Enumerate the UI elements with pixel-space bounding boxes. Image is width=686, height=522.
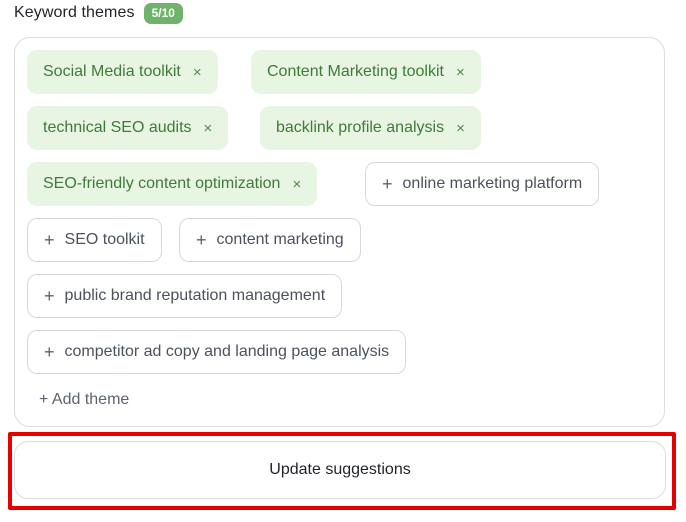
plus-icon: +: [44, 341, 55, 362]
remove-icon[interactable]: ×: [204, 120, 213, 137]
suggested-theme-chip[interactable]: + content marketing: [179, 218, 361, 262]
keyword-themes-header: Keyword themes 5/10: [14, 2, 183, 24]
selected-theme-chip[interactable]: backlink profile analysis ×: [260, 106, 481, 150]
plus-icon: +: [44, 229, 55, 250]
theme-count-badge: 5/10: [143, 2, 183, 24]
theme-label: Social Media toolkit: [43, 63, 181, 80]
themes-panel: Social Media toolkit × Content Marketing…: [14, 37, 665, 427]
selected-theme-chip[interactable]: technical SEO audits ×: [27, 106, 229, 150]
theme-label: backlink profile analysis: [276, 119, 445, 136]
remove-icon[interactable]: ×: [456, 120, 465, 137]
theme-label: public brand reputation management: [64, 287, 326, 304]
suggested-theme-chip[interactable]: + SEO toolkit: [27, 218, 162, 262]
remove-icon[interactable]: ×: [456, 64, 465, 81]
add-theme-button[interactable]: + Add theme: [39, 391, 129, 409]
theme-label: SEO toolkit: [64, 231, 145, 248]
suggested-theme-chip[interactable]: + competitor ad copy and landing page an…: [27, 330, 407, 374]
theme-label: online marketing platform: [402, 175, 583, 192]
theme-label: technical SEO audits: [43, 119, 192, 136]
plus-icon: +: [44, 285, 55, 306]
update-suggestions-button[interactable]: Update suggestions: [14, 441, 666, 499]
theme-label: competitor ad copy and landing page anal…: [64, 343, 390, 360]
section-title: Keyword themes: [14, 4, 135, 21]
remove-icon[interactable]: ×: [292, 176, 301, 193]
plus-icon: +: [196, 229, 207, 250]
suggested-theme-chip[interactable]: + online marketing platform: [365, 162, 600, 206]
theme-label: Content Marketing toolkit: [267, 63, 444, 80]
theme-label: SEO-friendly content optimization: [43, 175, 281, 192]
theme-label: content marketing: [216, 231, 344, 248]
plus-icon: +: [382, 173, 393, 194]
selected-theme-chip[interactable]: SEO-friendly content optimization ×: [27, 162, 318, 206]
selected-theme-chip[interactable]: Content Marketing toolkit ×: [251, 50, 481, 94]
remove-icon[interactable]: ×: [193, 64, 202, 81]
suggested-theme-chip[interactable]: + public brand reputation management: [27, 274, 343, 318]
selected-theme-chip[interactable]: Social Media toolkit ×: [27, 50, 218, 94]
